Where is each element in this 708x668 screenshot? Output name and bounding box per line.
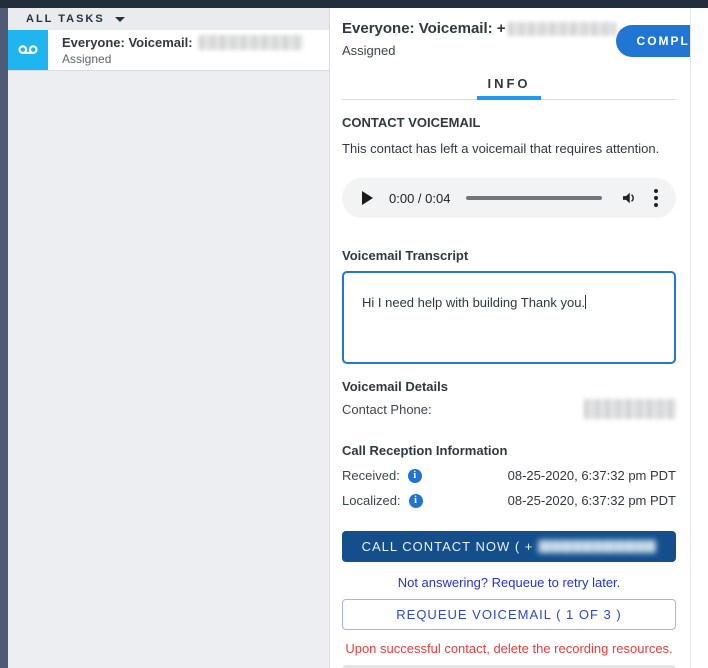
chevron-down-icon xyxy=(115,17,125,22)
task-filter-label: ALL TASKS xyxy=(26,13,105,25)
detail-title-block: Everyone: Voicemail: + Assigned xyxy=(342,20,616,58)
audio-time: 0:00 / 0:04 xyxy=(389,191,450,206)
play-icon[interactable] xyxy=(362,191,373,205)
audio-player: 0:00 / 0:04 xyxy=(342,178,676,218)
audio-seek-bar[interactable] xyxy=(466,196,602,200)
transcript-label: Voicemail Transcript xyxy=(342,248,676,263)
tab-info[interactable]: INFO xyxy=(477,68,540,100)
requeue-hint-link[interactable]: Not answering? Requeue to retry later. xyxy=(342,575,676,590)
detail-title: Everyone: Voicemail: + xyxy=(342,20,616,37)
text-cursor xyxy=(585,295,586,309)
call-contact-now-button[interactable]: CALL CONTACT NOW ( + xyxy=(342,531,676,562)
transcript-text: Hi I need help with building Thank you. xyxy=(362,295,585,310)
more-options-icon[interactable] xyxy=(652,185,660,211)
detail-status: Assigned xyxy=(342,43,616,58)
info-icon[interactable]: i xyxy=(408,469,422,483)
contact-phone-row: Contact Phone: xyxy=(342,399,676,419)
detail-header: Everyone: Voicemail: + Assigned COMPLETE xyxy=(342,8,676,58)
left-navigation-rail xyxy=(0,8,8,668)
contact-phone-label: Contact Phone: xyxy=(342,402,432,417)
received-label: Received: xyxy=(342,468,400,483)
complete-button[interactable]: COMPLETE xyxy=(616,25,690,57)
localized-label: Localized: xyxy=(342,493,401,508)
task-filter-dropdown[interactable]: ALL TASKS xyxy=(8,8,329,30)
localized-row: Localized: i 08-25-2020, 6:37:32 pm PDT xyxy=(342,493,676,508)
localized-timestamp: 08-25-2020, 6:37:32 pm PDT xyxy=(508,493,676,508)
scrollbar-track[interactable] xyxy=(690,8,708,668)
detail-title-text: Everyone: Voicemail: + xyxy=(342,20,506,37)
call-button-label: CALL CONTACT NOW ( + xyxy=(362,539,534,554)
contact-voicemail-description: This contact has left a voicemail that r… xyxy=(342,141,676,156)
redacted-phone-number xyxy=(538,540,656,553)
top-bar xyxy=(0,0,708,8)
app-window: ALL TASKS Everyone: Voicemail: Assigned xyxy=(0,8,708,668)
task-list-sidebar: ALL TASKS Everyone: Voicemail: Assigned xyxy=(8,8,330,668)
contact-voicemail-heading: CONTACT VOICEMAIL xyxy=(342,115,676,130)
received-timestamp: 08-25-2020, 6:37:32 pm PDT xyxy=(508,468,676,483)
voicemail-details-heading: Voicemail Details xyxy=(342,379,676,394)
redacted-phone-number xyxy=(199,35,303,50)
received-row: Received: i 08-25-2020, 6:37:32 pm PDT xyxy=(342,468,676,483)
call-reception-heading: Call Reception Information xyxy=(342,443,676,458)
tab-bar: INFO xyxy=(342,68,676,100)
requeue-voicemail-button[interactable]: REQUEUE VOICEMAIL ( 1 OF 3 ) xyxy=(342,599,676,630)
task-detail-panel: Everyone: Voicemail: + Assigned COMPLETE… xyxy=(330,8,690,668)
redacted-phone-number xyxy=(508,22,616,36)
task-item-title: Everyone: Voicemail: xyxy=(62,35,193,50)
task-item-texts: Everyone: Voicemail: Assigned xyxy=(48,30,303,70)
info-icon[interactable]: i xyxy=(409,494,423,508)
transcript-textarea[interactable]: Hi I need help with building Thank you. xyxy=(342,271,676,364)
task-item-status: Assigned xyxy=(62,52,303,66)
redacted-phone-number xyxy=(584,399,676,419)
task-list-item[interactable]: Everyone: Voicemail: Assigned xyxy=(8,30,329,71)
volume-icon[interactable] xyxy=(620,189,638,207)
voicemail-icon xyxy=(8,30,48,70)
delete-recordings-note: Upon successful contact, delete the reco… xyxy=(342,641,676,656)
